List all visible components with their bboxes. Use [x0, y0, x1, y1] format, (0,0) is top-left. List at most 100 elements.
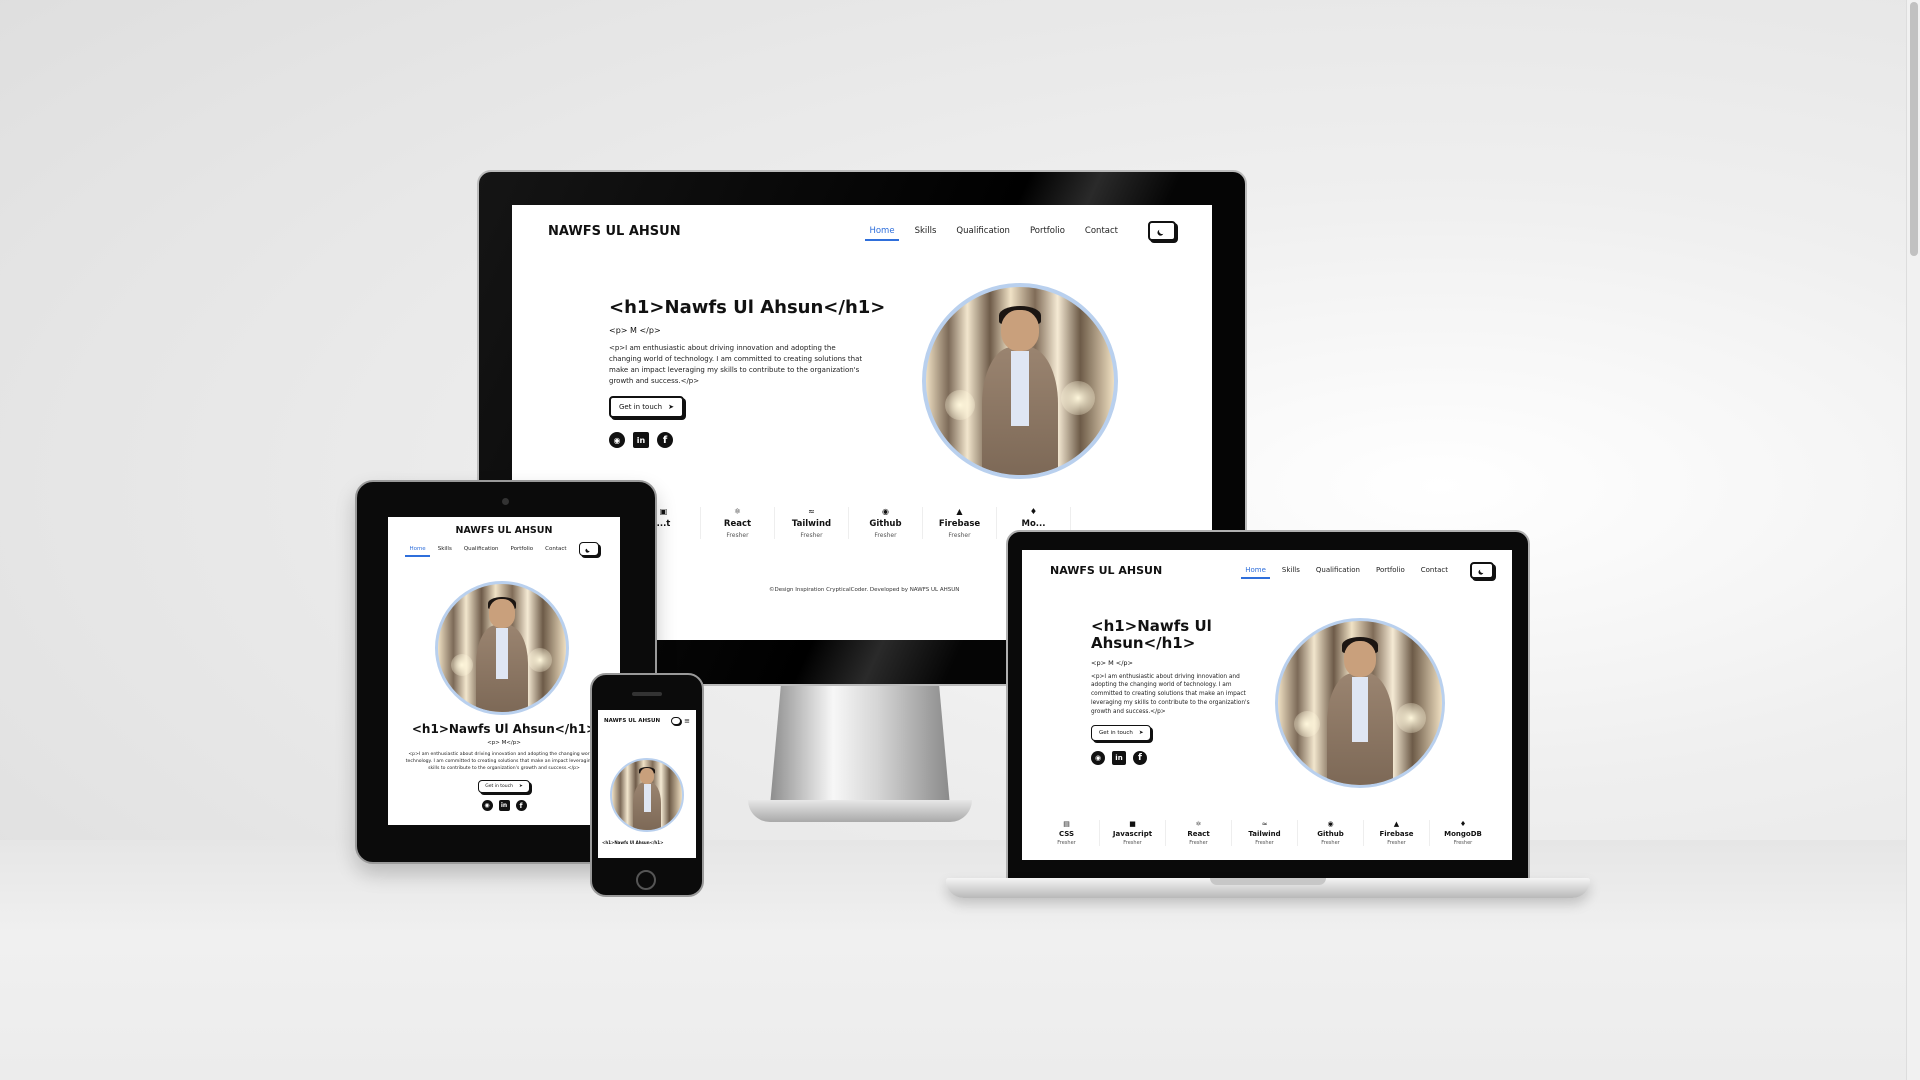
hero-subtitle: <p> M </p> — [1091, 658, 1133, 667]
nav-qualification[interactable]: Qualification — [956, 226, 1010, 236]
desktop-monitor-base — [748, 800, 972, 822]
hero-title: <h1>Nawfs Ul Ahsun</h1> — [1091, 617, 1261, 653]
main-nav: Home Skills Qualification Portfolio Cont… — [1241, 561, 1494, 579]
send-icon: ➤ — [1138, 730, 1144, 737]
css-icon: ▤ — [1063, 820, 1070, 828]
linkedin-icon[interactable]: in — [1112, 751, 1126, 766]
skill-item: ▲ Firebase Fresher — [923, 507, 997, 539]
moon-icon — [1479, 567, 1485, 573]
linkedin-icon[interactable]: in — [633, 432, 649, 449]
theme-toggle-button[interactable] — [578, 542, 599, 556]
theme-toggle-button[interactable] — [1148, 221, 1176, 241]
get-in-touch-button[interactable]: Get in touch ➤ — [478, 780, 530, 794]
skill-item: ■ Javascript Fresher — [1100, 820, 1166, 846]
hero-text: <h1>Nawfs Ul Ahsun</h1> <p> M </p> <p>I … — [1091, 617, 1261, 766]
moon-icon — [1158, 227, 1166, 235]
hero-description: <p>I am enthusiastic about driving innov… — [1091, 673, 1250, 716]
nav-contact[interactable]: Contact — [1085, 226, 1118, 236]
skill-icon: ▣ — [659, 507, 668, 516]
brand-logo[interactable]: NAWFS UL AHSUN — [1050, 564, 1162, 577]
theme-toggle-button[interactable] — [1470, 561, 1494, 579]
page-scrollbar[interactable] — [1906, 0, 1920, 1080]
skill-item: ⚛ React Fresher — [1166, 820, 1232, 846]
phone-speaker — [632, 692, 662, 696]
hero-subtitle: <p> M </p> — [609, 326, 661, 335]
skills-strip: ▤ CSS Fresher ■ Javascript Fresher ⚛ Rea… — [1034, 820, 1496, 846]
nav-home[interactable]: Home — [865, 226, 899, 241]
nav-qualification[interactable]: Qualification — [1316, 566, 1360, 574]
mongodb-icon: ♦ — [1459, 820, 1467, 828]
mongodb-icon: ♦ — [1029, 507, 1038, 516]
desktop-monitor-stand — [770, 686, 950, 806]
scrollbar-thumb[interactable] — [1910, 2, 1918, 256]
get-in-touch-label: Get in touch — [485, 784, 513, 790]
nav-qualification[interactable]: Qualification — [464, 546, 499, 552]
nav-home[interactable]: Home — [1241, 566, 1270, 579]
nav-home[interactable]: Home — [405, 546, 431, 557]
facebook-icon[interactable]: f — [657, 432, 673, 449]
tailwind-icon: ≈ — [808, 507, 815, 516]
tablet-camera — [502, 498, 509, 505]
nav-portfolio[interactable]: Portfolio — [1376, 566, 1405, 574]
hamburger-menu-icon[interactable]: ≡ — [684, 717, 690, 725]
firebase-icon: ▲ — [956, 507, 963, 516]
social-links: ◉ in f — [609, 432, 869, 449]
skill-item: ≈ Tailwind Fresher — [775, 507, 849, 539]
linkedin-icon[interactable]: in — [498, 800, 510, 812]
nav-portfolio[interactable]: Portfolio — [1030, 226, 1065, 236]
brand-logo[interactable]: NAWFS UL AHSUN — [548, 224, 681, 239]
hero-title: <h1>Nawfs Ul Ahsun</h1> — [609, 297, 886, 318]
send-icon: ➤ — [668, 403, 674, 412]
facebook-icon[interactable]: f — [1133, 751, 1147, 766]
react-icon: ⚛ — [1195, 820, 1202, 828]
send-icon: ➤ — [518, 784, 523, 790]
main-nav: Home Skills Qualification Portfolio Cont… — [388, 542, 620, 557]
theme-toggle-button[interactable] — [671, 717, 682, 725]
github-icon: ◉ — [882, 507, 889, 516]
facebook-icon[interactable]: f — [515, 800, 527, 812]
skill-item: ♦ MongoDB Fresher — [1444, 820, 1482, 846]
hero-text: <h1>Nawfs Ul Ahsun</h1> <p> M </p> <p>I … — [609, 297, 886, 449]
footer-credit: ©Design Inspiration CrypticalCoder. Deve… — [769, 587, 960, 593]
skill-item: ▲ Firebase Fresher — [1364, 820, 1430, 846]
github-icon[interactable]: ◉ — [1091, 751, 1105, 766]
nav-contact[interactable]: Contact — [1421, 566, 1448, 574]
nav-skills[interactable]: Skills — [915, 226, 937, 236]
laptop-notch — [1210, 878, 1326, 885]
social-links: ◉ in f — [402, 800, 606, 812]
backdrop-floor — [0, 840, 1920, 1080]
skill-item: ◉ Github Fresher — [849, 507, 923, 539]
profile-avatar — [922, 283, 1118, 479]
social-links: ◉ in f — [1091, 751, 1261, 766]
phone-home-button — [636, 870, 656, 890]
phone-header: NAWFS UL AHSUN ≡ — [604, 716, 690, 726]
hero-text: <h1>Nawfs Ul Ahsun</h1> <p> M</p> <p>I a… — [402, 722, 606, 812]
skills-strip: ▣ ...t ⚛ React Fresher ≈ Tailwind Freshe… — [627, 507, 1071, 539]
hero-description: <p>I am enthusiastic about driving innov… — [405, 752, 603, 772]
skill-item: ▤ CSS Fresher — [1034, 820, 1100, 846]
tablet-header: NAWFS UL AHSUN Home Skills Qualification… — [388, 525, 620, 557]
hero-title-line-2: Ahsun</h1> — [1091, 634, 1196, 653]
github-icon[interactable]: ◉ — [481, 800, 493, 812]
react-icon: ⚛ — [733, 507, 742, 516]
site-header: NAWFS UL AHSUN Home Skills Qualification… — [548, 219, 1176, 243]
hero-subtitle: <p> M</p> — [487, 740, 521, 746]
profile-avatar — [1275, 618, 1445, 788]
nav-skills[interactable]: Skills — [1282, 566, 1300, 574]
profile-avatar — [435, 581, 569, 715]
get-in-touch-button[interactable]: Get in touch ➤ — [1091, 725, 1152, 742]
nav-skills[interactable]: Skills — [438, 546, 452, 552]
hero-title: <h1>Nawfs Ul Ahsun</h1> — [411, 722, 597, 736]
tablet-screen: NAWFS UL AHSUN Home Skills Qualification… — [388, 517, 620, 825]
laptop-screen: NAWFS UL AHSUN Home Skills Qualification… — [1022, 550, 1512, 860]
nav-contact[interactable]: Contact — [545, 546, 566, 552]
site-header: NAWFS UL AHSUN Home Skills Qualification… — [1050, 560, 1494, 580]
get-in-touch-label: Get in touch — [1099, 730, 1133, 737]
github-icon[interactable]: ◉ — [609, 432, 625, 449]
nav-portfolio[interactable]: Portfolio — [510, 546, 533, 552]
skill-item: ◉ Github Fresher — [1298, 820, 1364, 846]
brand-logo[interactable]: NAWFS UL AHSUN — [604, 718, 660, 724]
get-in-touch-button[interactable]: Get in touch ➤ — [609, 396, 684, 419]
brand-logo[interactable]: NAWFS UL AHSUN — [388, 525, 620, 536]
main-nav: Home Skills Qualification Portfolio Cont… — [865, 221, 1176, 241]
